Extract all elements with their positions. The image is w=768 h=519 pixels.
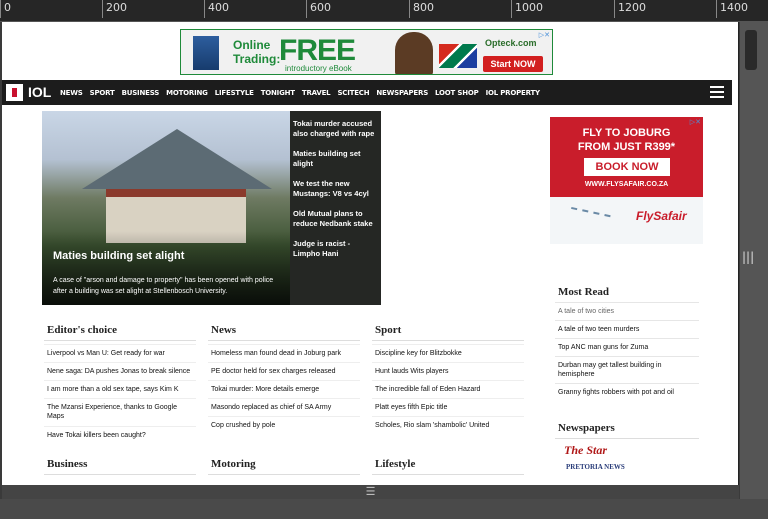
nav-scitech[interactable]: SCITECH (337, 89, 369, 97)
ad-headline: FREE (279, 34, 356, 67)
nav-lifestyle[interactable]: LIFESTYLE (215, 89, 254, 97)
list-item[interactable]: Scholes, Rio slam 'shambolic' United (372, 416, 524, 434)
sport-list: Discipline key for Blitzbokke Hunt lauds… (372, 344, 524, 434)
news-list: Homeless man found dead in Joburg park P… (208, 344, 360, 434)
ad-line2: Trading: (233, 52, 281, 66)
hero-story[interactable]: Maties building set alight A case of "ar… (42, 111, 381, 305)
list-item[interactable]: Have Tokai killers been caught? (44, 426, 196, 444)
top-banner-ad[interactable]: Online Trading: FREE introductory eBook … (180, 29, 553, 75)
list-item[interactable]: PE doctor held for sex charges released (208, 362, 360, 380)
list-item[interactable]: I am more than a old sex tape, says Kim … (44, 380, 196, 398)
ruler-label: 600 (310, 1, 331, 14)
section-title-business[interactable]: Business (47, 458, 87, 470)
hero-side-stories: Tokai murder accused also charged with r… (290, 111, 381, 305)
list-item[interactable]: The incredible fall of Eden Hazard (372, 380, 524, 398)
list-item[interactable]: The Mzansi Experience, thanks to Google … (44, 398, 196, 426)
section-title-sport[interactable]: Sport (375, 324, 401, 336)
side-story[interactable]: Tokai murder accused also charged with r… (293, 119, 377, 139)
ad-subline: introductory eBook (285, 64, 352, 73)
nav-business[interactable]: BUSINESS (122, 89, 160, 97)
ad-brand: Opteck.com (485, 38, 537, 48)
section-title-editors-choice[interactable]: Editor's choice (47, 324, 117, 336)
most-read-widget: Most Read A tale of two cities A tale of… (555, 281, 699, 401)
page-viewport: Online Trading: FREE introductory eBook … (2, 22, 739, 485)
pretoria-news-logo[interactable]: PRETORIA NEWS (566, 463, 625, 471)
scrollbar-thumb[interactable] (745, 30, 757, 70)
the-star-logo[interactable]: The Star (564, 443, 607, 458)
nav-sport[interactable]: SPORT (90, 89, 115, 97)
list-item[interactable]: Hunt lauds Wits players (372, 362, 524, 380)
flysafair-ad[interactable]: FLY TO JOBURG FROM JUST R399* BOOK NOW W… (550, 117, 703, 244)
ad-person-image (395, 32, 433, 74)
ruler-label: 200 (106, 1, 127, 14)
list-item[interactable]: Homeless man found dead in Joburg park (208, 344, 360, 362)
most-read-item[interactable]: Top ANC man guns for Zuma (555, 338, 699, 356)
most-read-item[interactable]: Granny fights robbers with pot and oil (555, 383, 699, 401)
main-navbar: IOL NEWS SPORT BUSINESS MOTORING LIFESTY… (2, 80, 732, 105)
ad-right-url: WWW.FLYSAFAIR.CO.ZA (584, 181, 669, 188)
ad-line1: Online (233, 38, 271, 52)
side-story[interactable]: Judge is racist - Limpho Hani (293, 239, 377, 259)
ruler-label: 1200 (618, 1, 646, 14)
nav-newspapers[interactable]: NEWSPAPERS (376, 89, 428, 97)
list-item[interactable]: Discipline key for Blitzbokke (372, 344, 524, 362)
most-read-item[interactable]: Durban may get tallest building in hemis… (555, 356, 699, 383)
side-story[interactable]: Old Mutual plans to reduce Nedbank stake (293, 209, 377, 229)
resize-grip-icon[interactable]: ||| (742, 250, 754, 264)
editors-choice-list: Liverpool vs Man U: Get ready for war Ne… (44, 344, 196, 444)
ad-right-line2: FROM JUST R399* (577, 141, 676, 153)
ruler-label: 1400 (720, 1, 748, 14)
nav-loot-shop[interactable]: LOOT SHOP (435, 89, 479, 97)
side-story[interactable]: Maties building set alight (293, 149, 377, 169)
flysafair-logo: FlySafair (636, 209, 687, 223)
ruler-label: 0 (4, 1, 11, 14)
hero-headline[interactable]: Maties building set alight (53, 250, 184, 262)
ruler-label: 800 (413, 1, 434, 14)
ruler-label: 400 (208, 1, 229, 14)
bottom-handle[interactable]: ☰ (2, 485, 739, 499)
list-item[interactable]: Tokai murder: More details emerge (208, 380, 360, 398)
menu-icon[interactable] (710, 86, 724, 98)
nav-tonight[interactable]: TONIGHT (261, 89, 295, 97)
pixel-ruler: 0 200 400 600 800 1000 1200 1400 (0, 0, 768, 22)
ad-right-line1: FLY TO JOBURG (582, 127, 671, 139)
nav-travel[interactable]: TRAVEL (302, 89, 331, 97)
logo-text: IOL (28, 84, 52, 100)
hero-caption: A case of "arson and damage to property"… (53, 277, 274, 295)
sa-flag-image (439, 44, 477, 68)
nav-news[interactable]: NEWS (60, 89, 83, 97)
list-item[interactable]: Platt eyes fifth Epic title (372, 398, 524, 416)
list-item[interactable]: Liverpool vs Man U: Get ready for war (44, 344, 196, 362)
newspapers-title[interactable]: Newspapers (558, 422, 615, 434)
list-item[interactable]: Cop crushed by pole (208, 416, 360, 434)
adchoices-icon[interactable]: ▷✕ (690, 118, 701, 126)
nav-iol-property[interactable]: IOL PROPERTY (486, 89, 541, 97)
most-read-item[interactable]: A tale of two teen murders (555, 320, 699, 338)
ebook-image (193, 36, 219, 70)
section-title-lifestyle[interactable]: Lifestyle (375, 458, 415, 470)
nav-items: NEWS SPORT BUSINESS MOTORING LIFESTYLE T… (60, 80, 540, 105)
most-read-title[interactable]: Most Read (555, 281, 699, 302)
nav-motoring[interactable]: MOTORING (166, 89, 208, 97)
section-title-motoring[interactable]: Motoring (211, 458, 256, 470)
list-item[interactable]: Masondo replaced as chief of SA Army (208, 398, 360, 416)
most-read-item[interactable]: A tale of two cities (555, 302, 699, 320)
logo-mark-icon (6, 84, 23, 101)
book-now-button[interactable]: BOOK NOW (584, 158, 670, 176)
scrollbar-track[interactable] (740, 22, 768, 519)
adchoices-icon[interactable]: ▷✕ (539, 31, 550, 39)
side-story[interactable]: We test the new Mustangs: V8 vs 4cyl (293, 179, 377, 199)
list-item[interactable]: Nene saga: DA pushes Jonas to break sile… (44, 362, 196, 380)
flight-path-icon (569, 206, 611, 226)
iol-logo[interactable]: IOL (6, 84, 52, 101)
ruler-label: 1000 (515, 1, 543, 14)
section-title-news[interactable]: News (211, 324, 236, 336)
ad-cta-button[interactable]: Start NOW (483, 56, 543, 72)
